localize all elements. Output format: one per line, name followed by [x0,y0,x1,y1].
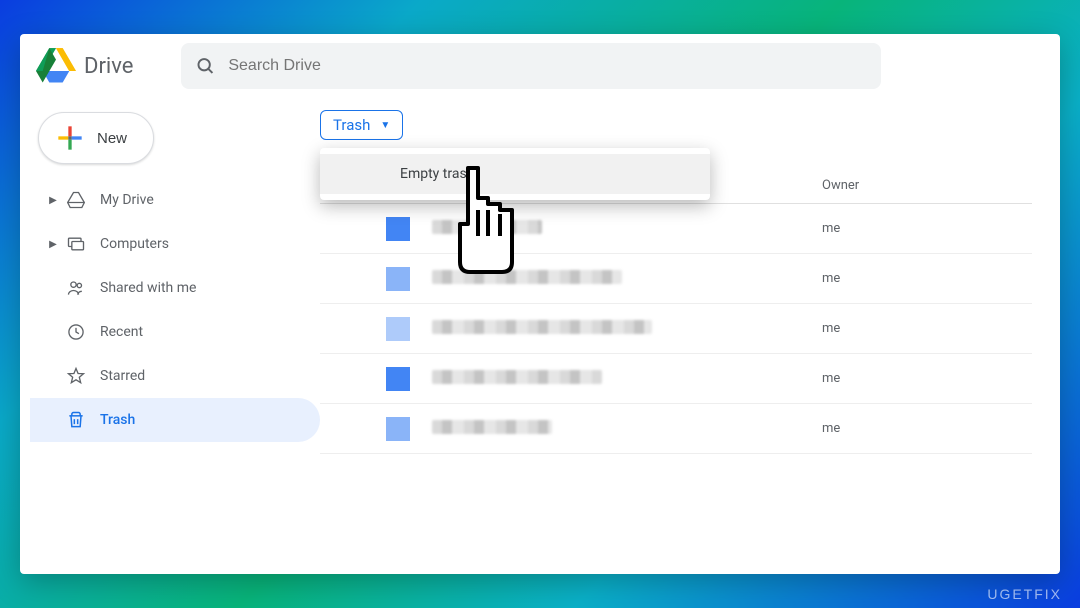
owner-cell: me [822,271,982,286]
sidebar-item-my-drive[interactable]: ▶ My Drive [30,178,320,222]
main-panel: Trash ▼ Empty trash Name Owner me me [320,98,1060,574]
header: Drive [20,34,1060,98]
chevron-right-icon: ▶ [44,239,62,250]
body: New ▶ My Drive ▶ Computers [20,98,1060,574]
file-name [432,320,822,338]
trash-icon [62,410,90,430]
table-row[interactable]: me [320,204,1032,254]
sidebar-item-label: Computers [100,236,169,252]
sidebar-item-trash[interactable]: Trash [30,398,320,442]
sidebar-item-label: Recent [100,324,143,340]
table-row[interactable]: me [320,254,1032,304]
file-name [432,270,822,288]
drive-icon [62,190,90,210]
new-button-label: New [97,130,127,147]
file-thumbnail [386,417,410,441]
sidebar-item-label: My Drive [100,192,154,208]
sidebar-item-starred[interactable]: Starred [30,354,320,398]
breadcrumb-trash-button[interactable]: Trash ▼ [320,110,403,140]
plus-icon [55,123,85,153]
file-name [432,420,822,438]
shared-icon [62,278,90,298]
chevron-down-icon: ▼ [380,120,390,131]
file-thumbnail [386,367,410,391]
file-thumbnail [386,317,410,341]
file-thumbnail [386,267,410,291]
sidebar-item-recent[interactable]: Recent [30,310,320,354]
sidebar: New ▶ My Drive ▶ Computers [20,98,320,574]
search-icon [195,55,216,77]
sidebar-item-label: Shared with me [100,280,196,296]
table-row[interactable]: me [320,304,1032,354]
drive-logo[interactable]: Drive [36,48,133,84]
table-row[interactable]: me [320,404,1032,454]
owner-cell: me [822,321,982,336]
sidebar-item-shared[interactable]: Shared with me [30,266,320,310]
new-button[interactable]: New [38,112,154,164]
app-window: Drive New ▶ [20,34,1060,574]
chevron-right-icon: ▶ [44,195,62,206]
recent-icon [62,322,90,342]
owner-cell: me [822,221,982,236]
search-bar[interactable] [181,43,881,89]
search-input[interactable] [228,57,867,75]
file-name [432,220,822,238]
sidebar-item-label: Trash [100,412,135,428]
computers-icon [62,234,90,254]
owner-cell: me [822,371,982,386]
owner-cell: me [822,421,982,436]
watermark: UGETFIX [987,586,1062,602]
table-row[interactable]: me [320,354,1032,404]
sidebar-item-computers[interactable]: ▶ Computers [30,222,320,266]
file-name [432,370,822,388]
breadcrumb-label: Trash [333,116,370,134]
star-icon [62,366,90,386]
empty-trash-item[interactable]: Empty trash [320,154,710,194]
trash-dropdown: Empty trash [320,148,710,200]
sidebar-item-label: Starred [100,368,145,384]
column-owner[interactable]: Owner [822,178,982,193]
app-name: Drive [84,54,133,79]
drive-icon [36,48,76,84]
file-thumbnail [386,217,410,241]
